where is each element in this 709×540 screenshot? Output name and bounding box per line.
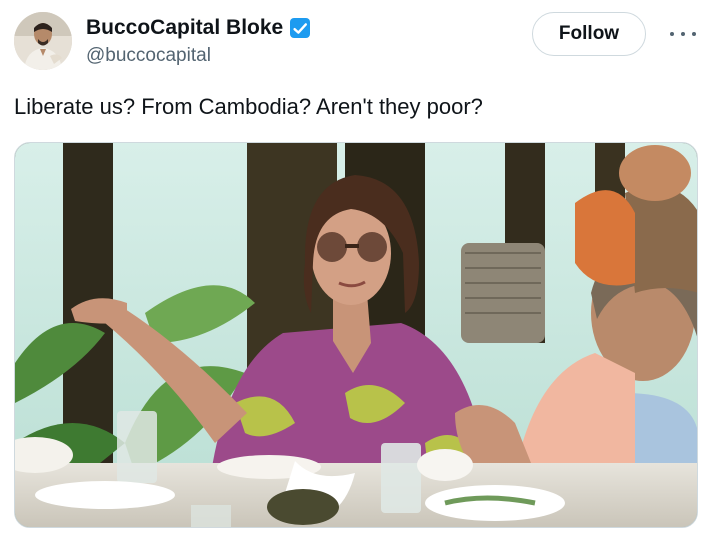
more-options-icon[interactable] xyxy=(670,22,696,46)
avatar[interactable] xyxy=(14,12,72,70)
display-name[interactable]: BuccoCapital Bloke xyxy=(86,15,283,41)
tweet-text: Liberate us? From Cambodia? Aren't they … xyxy=(14,94,483,119)
avatar-image xyxy=(14,12,72,70)
verified-badge-icon xyxy=(289,17,311,39)
author-names: BuccoCapital Bloke @buccocapital xyxy=(86,15,311,69)
tweet-header: BuccoCapital Bloke @buccocapital Follow xyxy=(14,12,696,72)
follow-button[interactable]: Follow xyxy=(532,12,646,56)
media-photo xyxy=(15,143,697,527)
tweet-media[interactable] xyxy=(14,142,698,528)
handle[interactable]: @buccocapital xyxy=(86,43,311,69)
